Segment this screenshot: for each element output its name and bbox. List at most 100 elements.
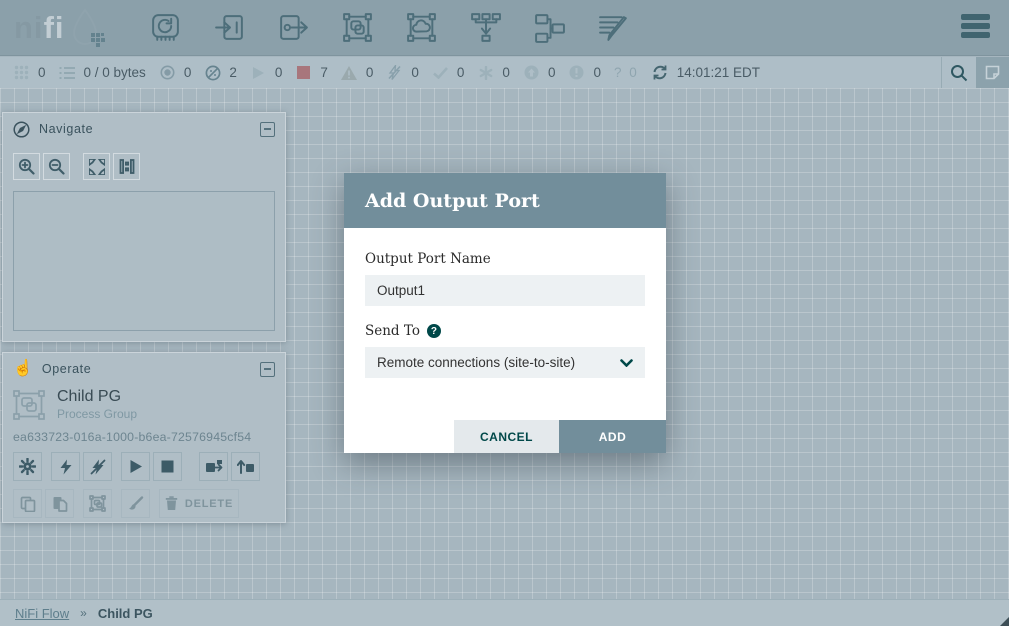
stop-icon <box>161 460 174 473</box>
stat-active-threads: 0 <box>13 65 46 80</box>
last-refresh[interactable]: 14:01:21 EDT <box>652 65 760 80</box>
navigate-tools <box>3 145 285 180</box>
create-template-button[interactable] <box>199 452 228 481</box>
delete-button[interactable]: DELETE <box>159 489 239 518</box>
add-button[interactable]: ADD <box>559 420 666 453</box>
flow-canvas[interactable]: Navigate <box>0 88 1009 599</box>
refresh-icon[interactable] <box>652 65 669 80</box>
copy-icon <box>20 496 36 512</box>
up-to-date-icon <box>432 67 449 79</box>
help-icon[interactable]: ? <box>427 324 441 338</box>
component-id: ea633723-016a-1000-b6ea-72576945cf54 <box>3 421 285 444</box>
navigate-panel: Navigate <box>2 112 286 342</box>
input-port-icon[interactable] <box>213 11 246 44</box>
invalid-icon <box>341 66 358 80</box>
flow-status-bar: 0 0 / 0 bytes 0 2 <box>0 57 1009 88</box>
compass-icon <box>13 121 30 138</box>
transmitting-icon <box>159 65 176 80</box>
group-selection-icon <box>89 495 106 512</box>
configure-button[interactable] <box>13 452 42 481</box>
dialog-buttons: CANCEL ADD <box>454 420 666 453</box>
send-to-row: Send To ? <box>365 323 645 339</box>
send-to-label: Send To <box>365 323 420 339</box>
logo-text-fi: fi <box>44 12 65 43</box>
stop-button[interactable] <box>153 452 182 481</box>
stat-stale: 0 <box>523 65 556 80</box>
stat-queued: 0 / 0 bytes <box>59 65 146 80</box>
fill-color-button[interactable] <box>121 489 150 518</box>
paste-icon <box>52 496 68 512</box>
remote-process-group-icon[interactable] <box>405 11 438 44</box>
component-type: Process Group <box>57 407 137 421</box>
breadcrumb-resize-handle[interactable] <box>1000 617 1009 626</box>
logo-text-ni: ni <box>14 12 44 43</box>
gear-icon <box>19 458 36 475</box>
cancel-button[interactable]: CANCEL <box>454 420 559 453</box>
nifi-logo: nifi <box>14 7 107 49</box>
search-icon <box>950 64 968 82</box>
chevron-down-icon <box>620 359 633 367</box>
breadcrumb-current: Child PG <box>98 606 153 621</box>
navigate-header: Navigate <box>3 113 285 145</box>
birdseye-minimap[interactable] <box>13 191 275 331</box>
template-icon[interactable] <box>533 11 566 44</box>
not-transmitting-icon <box>204 65 221 81</box>
nifi-droplet-icon <box>67 7 107 49</box>
stat-sync-failure: ? 0 <box>614 65 639 80</box>
zoom-actual-button[interactable] <box>113 153 140 180</box>
processor-icon[interactable] <box>149 11 182 44</box>
disable-button[interactable] <box>83 452 112 481</box>
stat-not-transmitting: 2 <box>204 65 237 81</box>
breadcrumb-separator: » <box>80 606 87 620</box>
start-button[interactable] <box>121 452 150 481</box>
global-menu-icon[interactable] <box>961 14 990 41</box>
zoom-fit-icon <box>89 159 105 175</box>
operate-actions-row-2: DELETE <box>3 481 285 518</box>
stat-running: 0 <box>250 65 283 80</box>
zoom-out-button[interactable] <box>43 153 70 180</box>
refresh-time: 14:01:21 EDT <box>677 65 760 80</box>
zoom-fit-button[interactable] <box>83 153 110 180</box>
add-output-port-dialog: Add Output Port Output Port Name Send To… <box>344 173 666 453</box>
funnel-icon[interactable] <box>469 11 502 44</box>
upload-template-button[interactable] <box>231 452 260 481</box>
search-button[interactable] <box>942 57 976 88</box>
stat-disabled: 0 <box>386 65 419 80</box>
active-threads-icon <box>13 65 30 80</box>
process-group-badge-icon <box>13 390 47 420</box>
zoom-in-button[interactable] <box>13 153 40 180</box>
process-group-icon[interactable] <box>341 11 374 44</box>
dialog-title: Add Output Port <box>365 190 540 212</box>
operate-actions-row-1 <box>3 444 285 481</box>
locally-modified-stale-icon <box>568 65 585 80</box>
zoom-in-icon <box>18 158 35 175</box>
stat-invalid: 0 <box>341 65 374 80</box>
send-to-select[interactable]: Remote connections (site-to-site) <box>365 347 645 378</box>
paste-button[interactable] <box>45 489 74 518</box>
group-button[interactable] <box>83 489 112 518</box>
output-port-name-input[interactable] <box>365 275 645 306</box>
copy-button[interactable] <box>13 489 42 518</box>
lightning-slash-icon <box>90 459 106 475</box>
navigate-collapse-icon[interactable] <box>260 122 275 137</box>
component-palette <box>149 11 630 44</box>
stopped-icon <box>295 66 312 79</box>
label-icon[interactable] <box>597 11 630 44</box>
paintbrush-icon <box>128 496 144 512</box>
operate-collapse-icon[interactable] <box>260 362 275 377</box>
breadcrumb-root-link[interactable]: NiFi Flow <box>15 606 69 621</box>
stat-transmitting: 0 <box>159 65 192 80</box>
upload-template-icon <box>237 459 255 474</box>
queued-items-icon <box>59 66 76 80</box>
component-name: Child PG <box>57 388 137 406</box>
selected-component-card: Child PG Process Group <box>3 385 285 421</box>
running-icon <box>250 66 267 80</box>
lightning-icon <box>59 459 73 475</box>
output-port-icon[interactable] <box>277 11 310 44</box>
breadcrumb: NiFi Flow » Child PG <box>0 599 1009 626</box>
bulletin-board-button[interactable] <box>976 57 1009 88</box>
locally-modified-icon <box>477 66 494 80</box>
top-toolbar: nifi <box>0 0 1009 56</box>
enable-button[interactable] <box>51 452 80 481</box>
zoom-actual-icon <box>119 159 135 174</box>
